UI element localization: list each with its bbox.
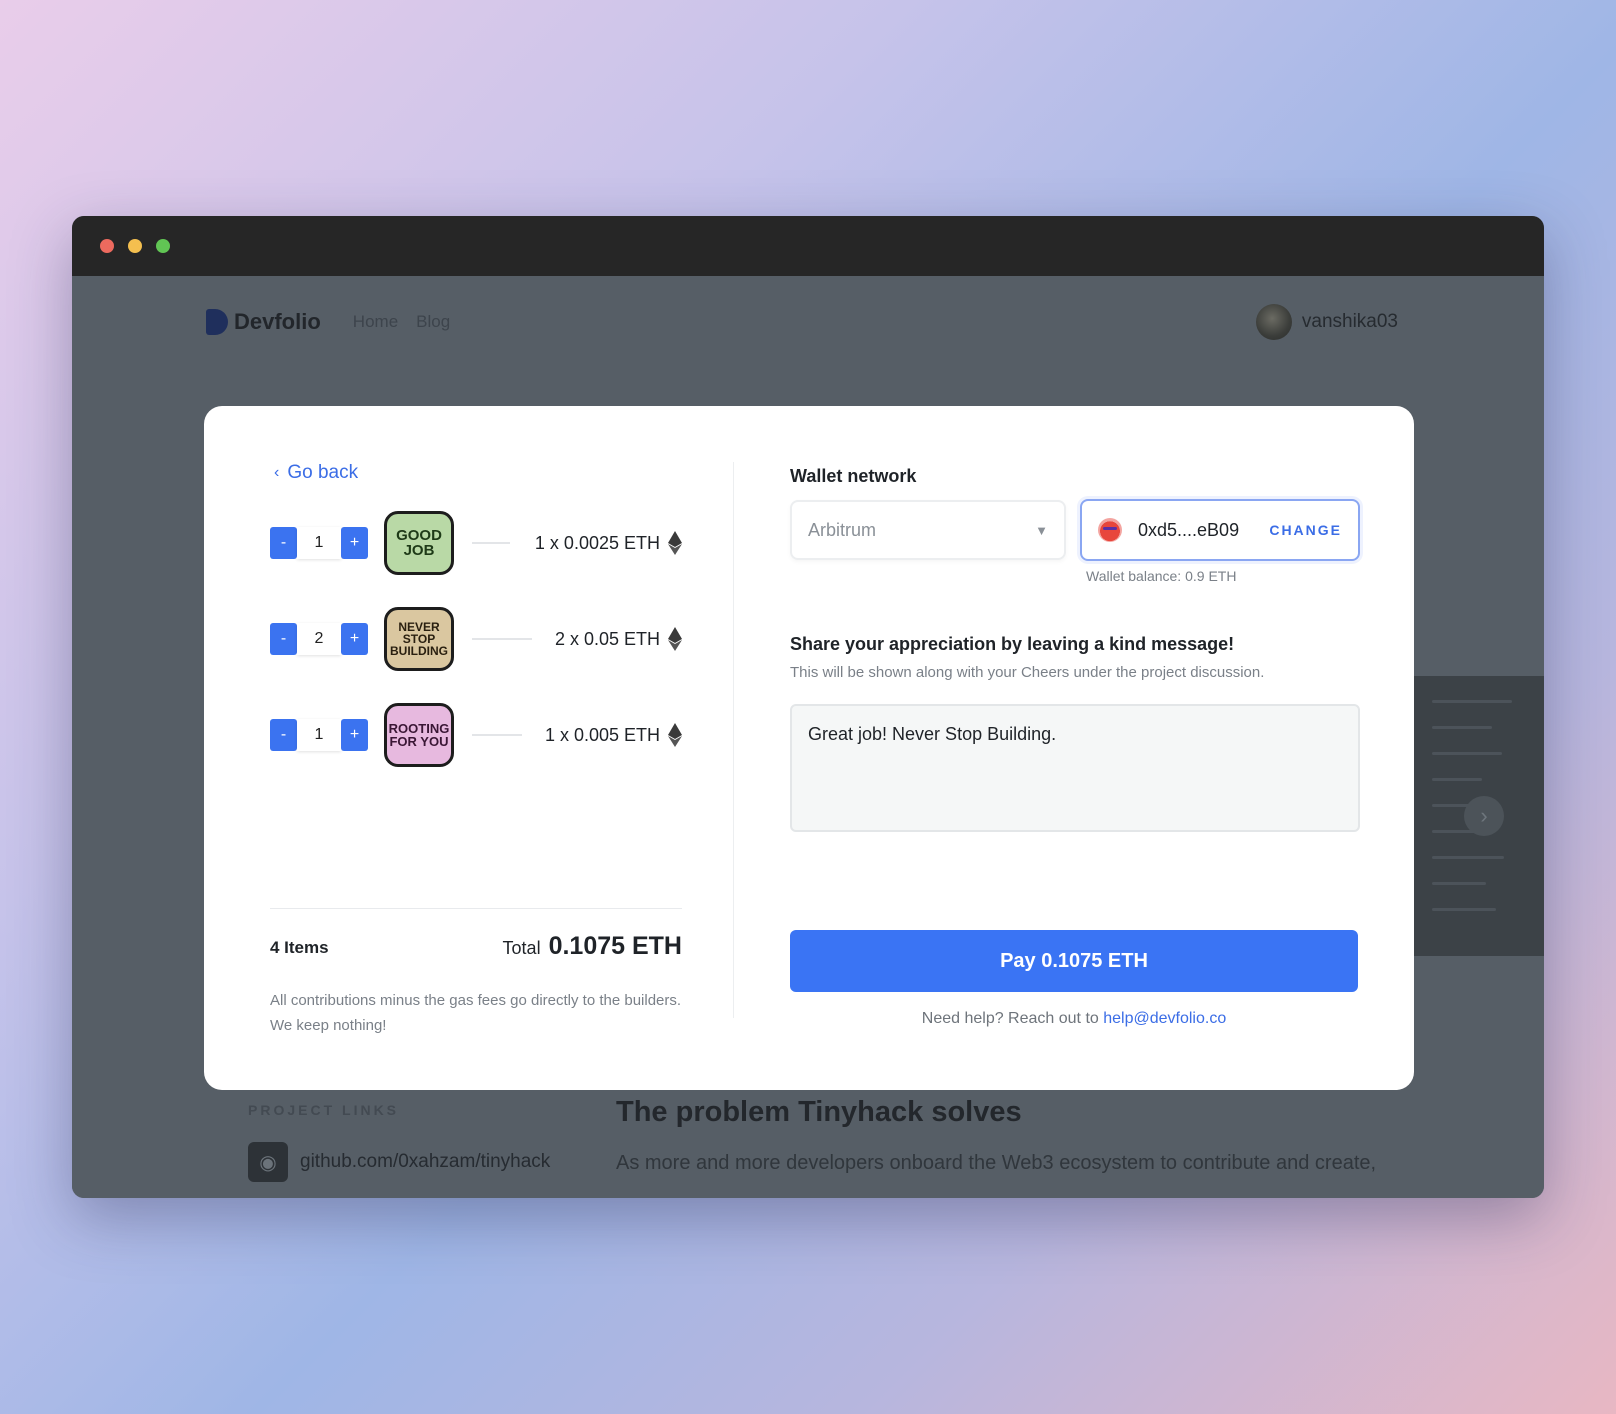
connector-line: [472, 734, 522, 736]
close-window-button[interactable]: [100, 239, 114, 253]
item-price: 1 x 0.0025 ETH: [535, 531, 682, 555]
top-nav: Devfolio Home Blog vanshika03: [206, 302, 1398, 342]
message-textarea[interactable]: Great job! Never Stop Building.: [790, 704, 1360, 832]
pay-button[interactable]: Pay 0.1075 ETH: [790, 930, 1358, 992]
item-price: 1 x 0.005 ETH: [545, 723, 682, 747]
brand-logo[interactable]: Devfolio: [206, 309, 321, 335]
chevron-down-icon: ▼: [1035, 522, 1048, 538]
help-text-label: Need help? Reach out to: [921, 1010, 1099, 1027]
username: vanshika03: [1301, 311, 1398, 332]
decrement-button[interactable]: -: [270, 623, 297, 655]
devfolio-logo-icon: [206, 309, 228, 335]
connector-line: [472, 638, 532, 640]
chevron-left-icon: ‹: [274, 464, 280, 481]
wallet-avatar-icon: [1098, 518, 1122, 542]
go-back-link[interactable]: ‹ Go back: [274, 462, 358, 484]
quantity-value[interactable]: 1: [297, 527, 341, 559]
help-text: Need help? Reach out to help@devfolio.co: [790, 1010, 1358, 1028]
item-price: 2 x 0.05 ETH: [555, 627, 682, 651]
modal-divider: [733, 462, 734, 1018]
quantity-stepper: - 1 +: [270, 719, 368, 751]
cart-item: - 1 + ROOTING FOR YOU 1 x 0.005 ETH: [270, 700, 682, 770]
go-back-label: Go back: [287, 462, 359, 483]
minimize-window-button[interactable]: [128, 239, 142, 253]
problem-heading: The problem Tinyhack solves: [616, 1096, 1022, 1128]
problem-text: As more and more developers onboard the …: [616, 1152, 1377, 1174]
ethereum-icon: [668, 723, 682, 747]
project-links-heading: PROJECT LINKS: [248, 1102, 400, 1118]
nav-blog-link[interactable]: Blog: [416, 312, 450, 332]
help-email-link[interactable]: help@devfolio.co: [1103, 1010, 1226, 1027]
cheers-payment-modal: ‹ Go back - 1 + GOOD JOB 1 x 0.0025 ETH -…: [204, 406, 1414, 1090]
total-value: 0.1075 ETH: [548, 932, 682, 960]
wallet-balance: Wallet balance: 0.9 ETH: [1086, 568, 1237, 584]
item-price-text: 1 x 0.005 ETH: [544, 724, 660, 745]
window-titlebar: [72, 216, 1544, 276]
brand-name: Devfolio: [234, 309, 321, 334]
network-select-value: Arbitrum: [808, 519, 877, 540]
total-amount: Total 0.1075 ETH: [503, 932, 682, 961]
item-price-text: 1 x 0.0025 ETH: [534, 532, 660, 553]
nav-home-link[interactable]: Home: [353, 312, 398, 332]
connector-line: [472, 542, 510, 544]
github-link[interactable]: ◉ github.com/0xahzam/tinyhack: [248, 1142, 550, 1182]
cart-item: - 2 + NEVER STOP BUILDING 2 x 0.05 ETH: [270, 604, 682, 674]
carousel-next-icon[interactable]: ›: [1464, 796, 1504, 836]
ethereum-icon: [668, 531, 682, 555]
network-select[interactable]: Arbitrum ▼: [790, 500, 1066, 560]
item-price-text: 2 x 0.05 ETH: [554, 628, 660, 649]
cart-item: - 1 + GOOD JOB 1 x 0.0025 ETH: [270, 508, 682, 578]
quantity-value[interactable]: 2: [297, 623, 341, 655]
good-job-sticker: GOOD JOB: [384, 511, 454, 575]
contribution-note: All contributions minus the gas fees go …: [270, 992, 682, 1034]
message-subtitle: This will be shown along with your Cheer…: [790, 664, 1265, 681]
never-stop-building-sticker: NEVER STOP BUILDING: [384, 607, 454, 671]
ethereum-icon: [668, 627, 682, 651]
increment-button[interactable]: +: [341, 719, 368, 751]
quantity-stepper: - 2 +: [270, 623, 368, 655]
wallet-address: 0xd5....eB09: [1138, 519, 1240, 540]
increment-button[interactable]: +: [341, 623, 368, 655]
total-label: Total: [502, 938, 541, 958]
wallet-network-label: Wallet network: [790, 466, 917, 486]
avatar: [1255, 304, 1292, 340]
quantity-stepper: - 1 +: [270, 527, 368, 559]
connected-wallet: 0xd5....eB09 CHANGE: [1080, 499, 1360, 561]
maximize-window-button[interactable]: [156, 239, 170, 253]
message-heading: Share your appreciation by leaving a kin…: [790, 634, 1235, 654]
github-icon: ◉: [248, 1142, 288, 1182]
summary-divider: [270, 908, 682, 909]
decrement-button[interactable]: -: [270, 719, 297, 751]
user-menu[interactable]: vanshika03: [1255, 304, 1398, 340]
github-link-text: github.com/0xahzam/tinyhack: [300, 1151, 551, 1172]
quantity-value[interactable]: 1: [297, 719, 341, 751]
items-count: 4 Items: [270, 938, 329, 957]
decrement-button[interactable]: -: [270, 527, 297, 559]
increment-button[interactable]: +: [341, 527, 368, 559]
rooting-for-you-sticker: ROOTING FOR YOU: [384, 703, 454, 767]
change-wallet-button[interactable]: CHANGE: [1269, 522, 1342, 538]
